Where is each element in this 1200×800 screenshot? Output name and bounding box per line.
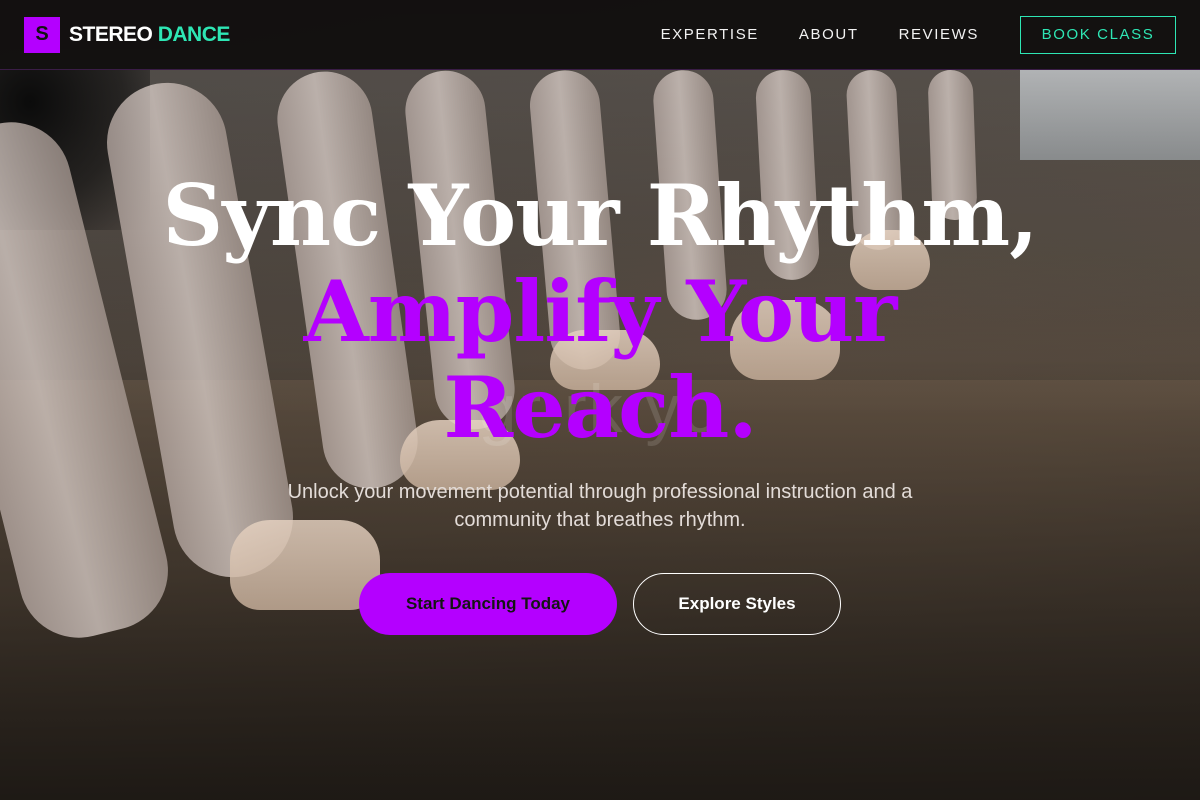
headline-line-2: Amplify Your [303, 262, 898, 361]
logo-mark: S [24, 16, 60, 53]
headline-line-3: Reach. [443, 358, 757, 457]
brand-logo[interactable]: S STEREO DANCE [24, 16, 230, 53]
start-dancing-button[interactable]: Start Dancing Today [359, 573, 617, 635]
logo-word-stereo: STEREO [69, 22, 153, 46]
nav-link-about[interactable]: ABOUT [799, 26, 859, 43]
headline-line-1: Sync Your Rhythm, [162, 166, 1039, 265]
nav-link-expertise[interactable]: EXPERTISE [661, 26, 759, 43]
hero-headline: Sync Your Rhythm, Amplify Your Reach. [0, 168, 1200, 456]
nav-links: EXPERTISE ABOUT REVIEWS BOOK CLASS [621, 15, 1176, 54]
top-navbar: S STEREO DANCE EXPERTISE ABOUT REVIEWS B… [0, 0, 1200, 70]
hero-subtitle: Unlock your movement potential through p… [287, 481, 913, 531]
studio-window [1020, 70, 1200, 160]
book-class-button[interactable]: BOOK CLASS [1020, 15, 1176, 54]
logo-wordmark: STEREO DANCE [69, 23, 230, 47]
logo-word-dance: DANCE [157, 22, 231, 46]
nav-link-reviews[interactable]: REVIEWS [899, 26, 979, 43]
explore-styles-button[interactable]: Explore Styles [633, 573, 841, 635]
